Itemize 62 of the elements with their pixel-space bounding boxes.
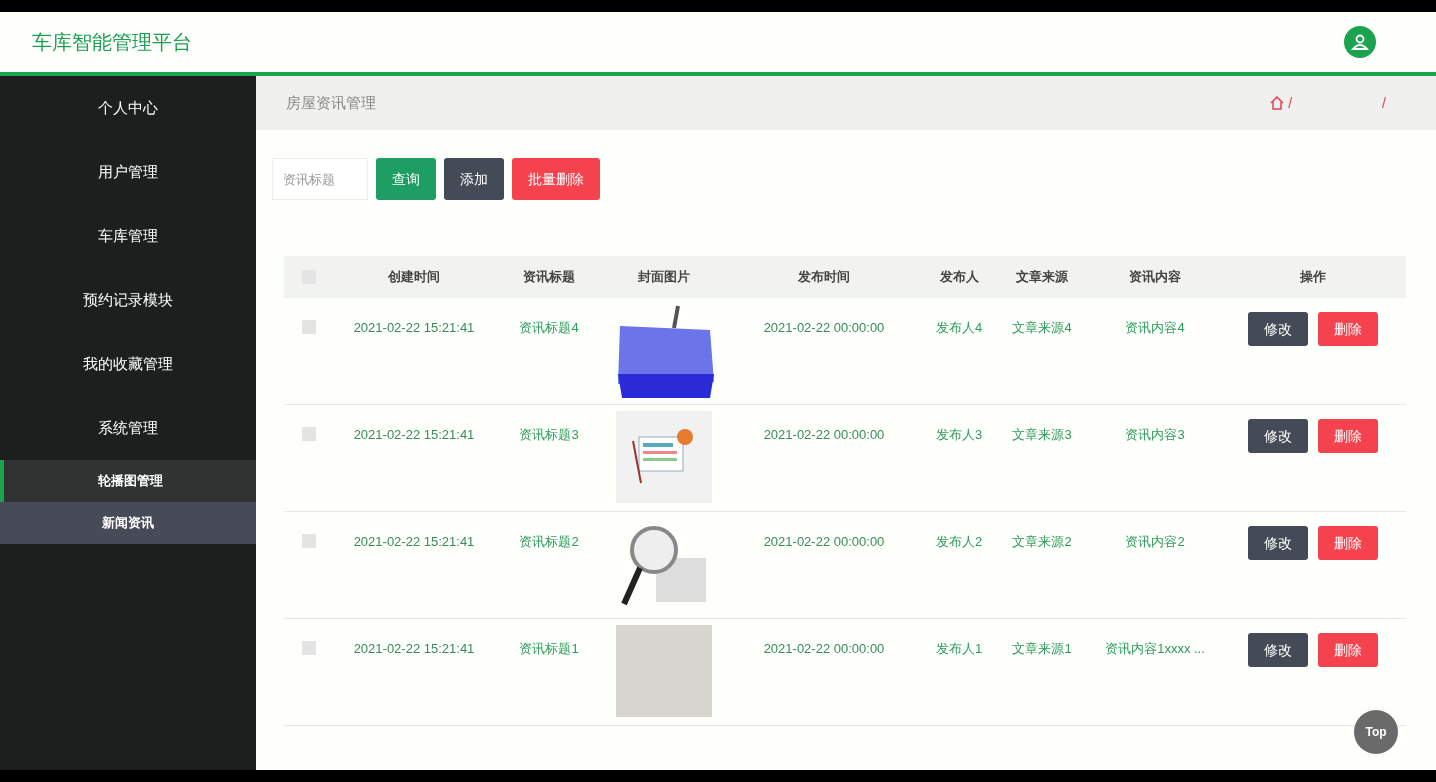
table-cell-text: 资讯标题2 — [519, 533, 579, 551]
table-cell-text: 2021-02-22 00:00:00 — [763, 426, 885, 444]
table-cell-text: 2021-02-22 00:00:00 — [763, 640, 885, 658]
sidebar-item[interactable]: 车库管理 — [0, 204, 256, 268]
table-cell-text: 2021-02-22 15:21:41 — [353, 533, 475, 551]
edit-button[interactable]: 修改 — [1248, 633, 1308, 667]
row-checkbox[interactable] — [302, 534, 316, 548]
delete-button[interactable]: 删除 — [1318, 633, 1378, 667]
table-cell-text: 发布人2 — [935, 533, 983, 551]
table-cell-text: 2021-02-22 15:21:41 — [353, 319, 475, 337]
breadcrumb-separator: / — [1382, 93, 1386, 113]
row-checkbox[interactable] — [302, 641, 316, 655]
table-cell-text: 资讯标题3 — [519, 426, 579, 444]
sidebar-item[interactable]: 预约记录模块 — [0, 268, 256, 332]
toolbar-button[interactable]: 批量删除 — [512, 158, 600, 200]
user-avatar-icon[interactable] — [1344, 26, 1376, 58]
search-field[interactable]: 资讯标题 — [272, 158, 368, 200]
table-cell-text: 发布人1 — [935, 640, 983, 658]
column-header: 资讯标题 — [523, 268, 575, 287]
row-checkbox[interactable] — [302, 320, 316, 334]
table-cell-text: 文章来源3 — [1012, 426, 1072, 444]
table-cell-text: 资讯内容2 — [1125, 533, 1185, 551]
row-checkbox[interactable] — [302, 427, 316, 441]
delete-button[interactable]: 删除 — [1318, 312, 1378, 346]
sidebar-item[interactable]: 我的收藏管理 — [0, 332, 256, 396]
column-header: 操作 — [1300, 268, 1326, 287]
back-to-top-button[interactable]: Top — [1354, 710, 1398, 754]
column-header: 文章来源 — [1016, 268, 1068, 287]
column-header: 创建时间 — [388, 268, 440, 287]
breadcrumb-separator: / — [1288, 93, 1293, 113]
sidebar-item[interactable]: 系统管理 — [0, 396, 256, 460]
table-cell-text: 文章来源1 — [1012, 640, 1072, 658]
table-cell-text: 资讯标题1 — [519, 640, 579, 658]
table-cell-text: 资讯内容4 — [1125, 319, 1185, 337]
column-header: 资讯内容 — [1129, 268, 1181, 287]
table-cell-text: 资讯标题4 — [519, 319, 579, 337]
column-header: 发布人 — [939, 268, 979, 287]
table-cell-text: 文章来源2 — [1012, 533, 1072, 551]
delete-button[interactable]: 删除 — [1318, 419, 1378, 453]
page-title: 房屋资讯管理 — [286, 92, 376, 113]
sidebar-item[interactable]: 用户管理 — [0, 140, 256, 204]
toolbar-button[interactable]: 添加 — [444, 158, 504, 200]
table-cell-text: 资讯内容3 — [1125, 426, 1185, 444]
edit-button[interactable]: 修改 — [1248, 419, 1308, 453]
edit-button[interactable]: 修改 — [1248, 312, 1308, 346]
sidebar-item[interactable]: 个人中心 — [0, 76, 256, 140]
table-cell-text: 2021-02-22 00:00:00 — [763, 319, 885, 337]
submenu-item[interactable]: 新闻资讯 — [0, 502, 256, 544]
table-cell-text: 资讯内容1xxxx ... — [1105, 640, 1205, 658]
table-cell-text: 发布人4 — [935, 319, 983, 337]
table-cell-text: 2021-02-22 15:21:41 — [353, 426, 475, 444]
column-header: 封面图片 — [638, 268, 690, 287]
table-cell-text: 2021-02-22 15:21:41 — [353, 640, 475, 658]
table-cell-text: 2021-02-22 00:00:00 — [763, 533, 885, 551]
table-cell-text: 文章来源4 — [1012, 319, 1072, 337]
edit-button[interactable]: 修改 — [1248, 526, 1308, 560]
column-header: 发布时间 — [798, 268, 850, 287]
home-icon[interactable] — [1270, 96, 1285, 110]
table-cell-text: 发布人3 — [935, 426, 983, 444]
delete-button[interactable]: 删除 — [1318, 526, 1378, 560]
app-title: 车库智能管理平台 — [32, 30, 192, 55]
submenu-item[interactable]: 轮播图管理 — [0, 460, 256, 502]
